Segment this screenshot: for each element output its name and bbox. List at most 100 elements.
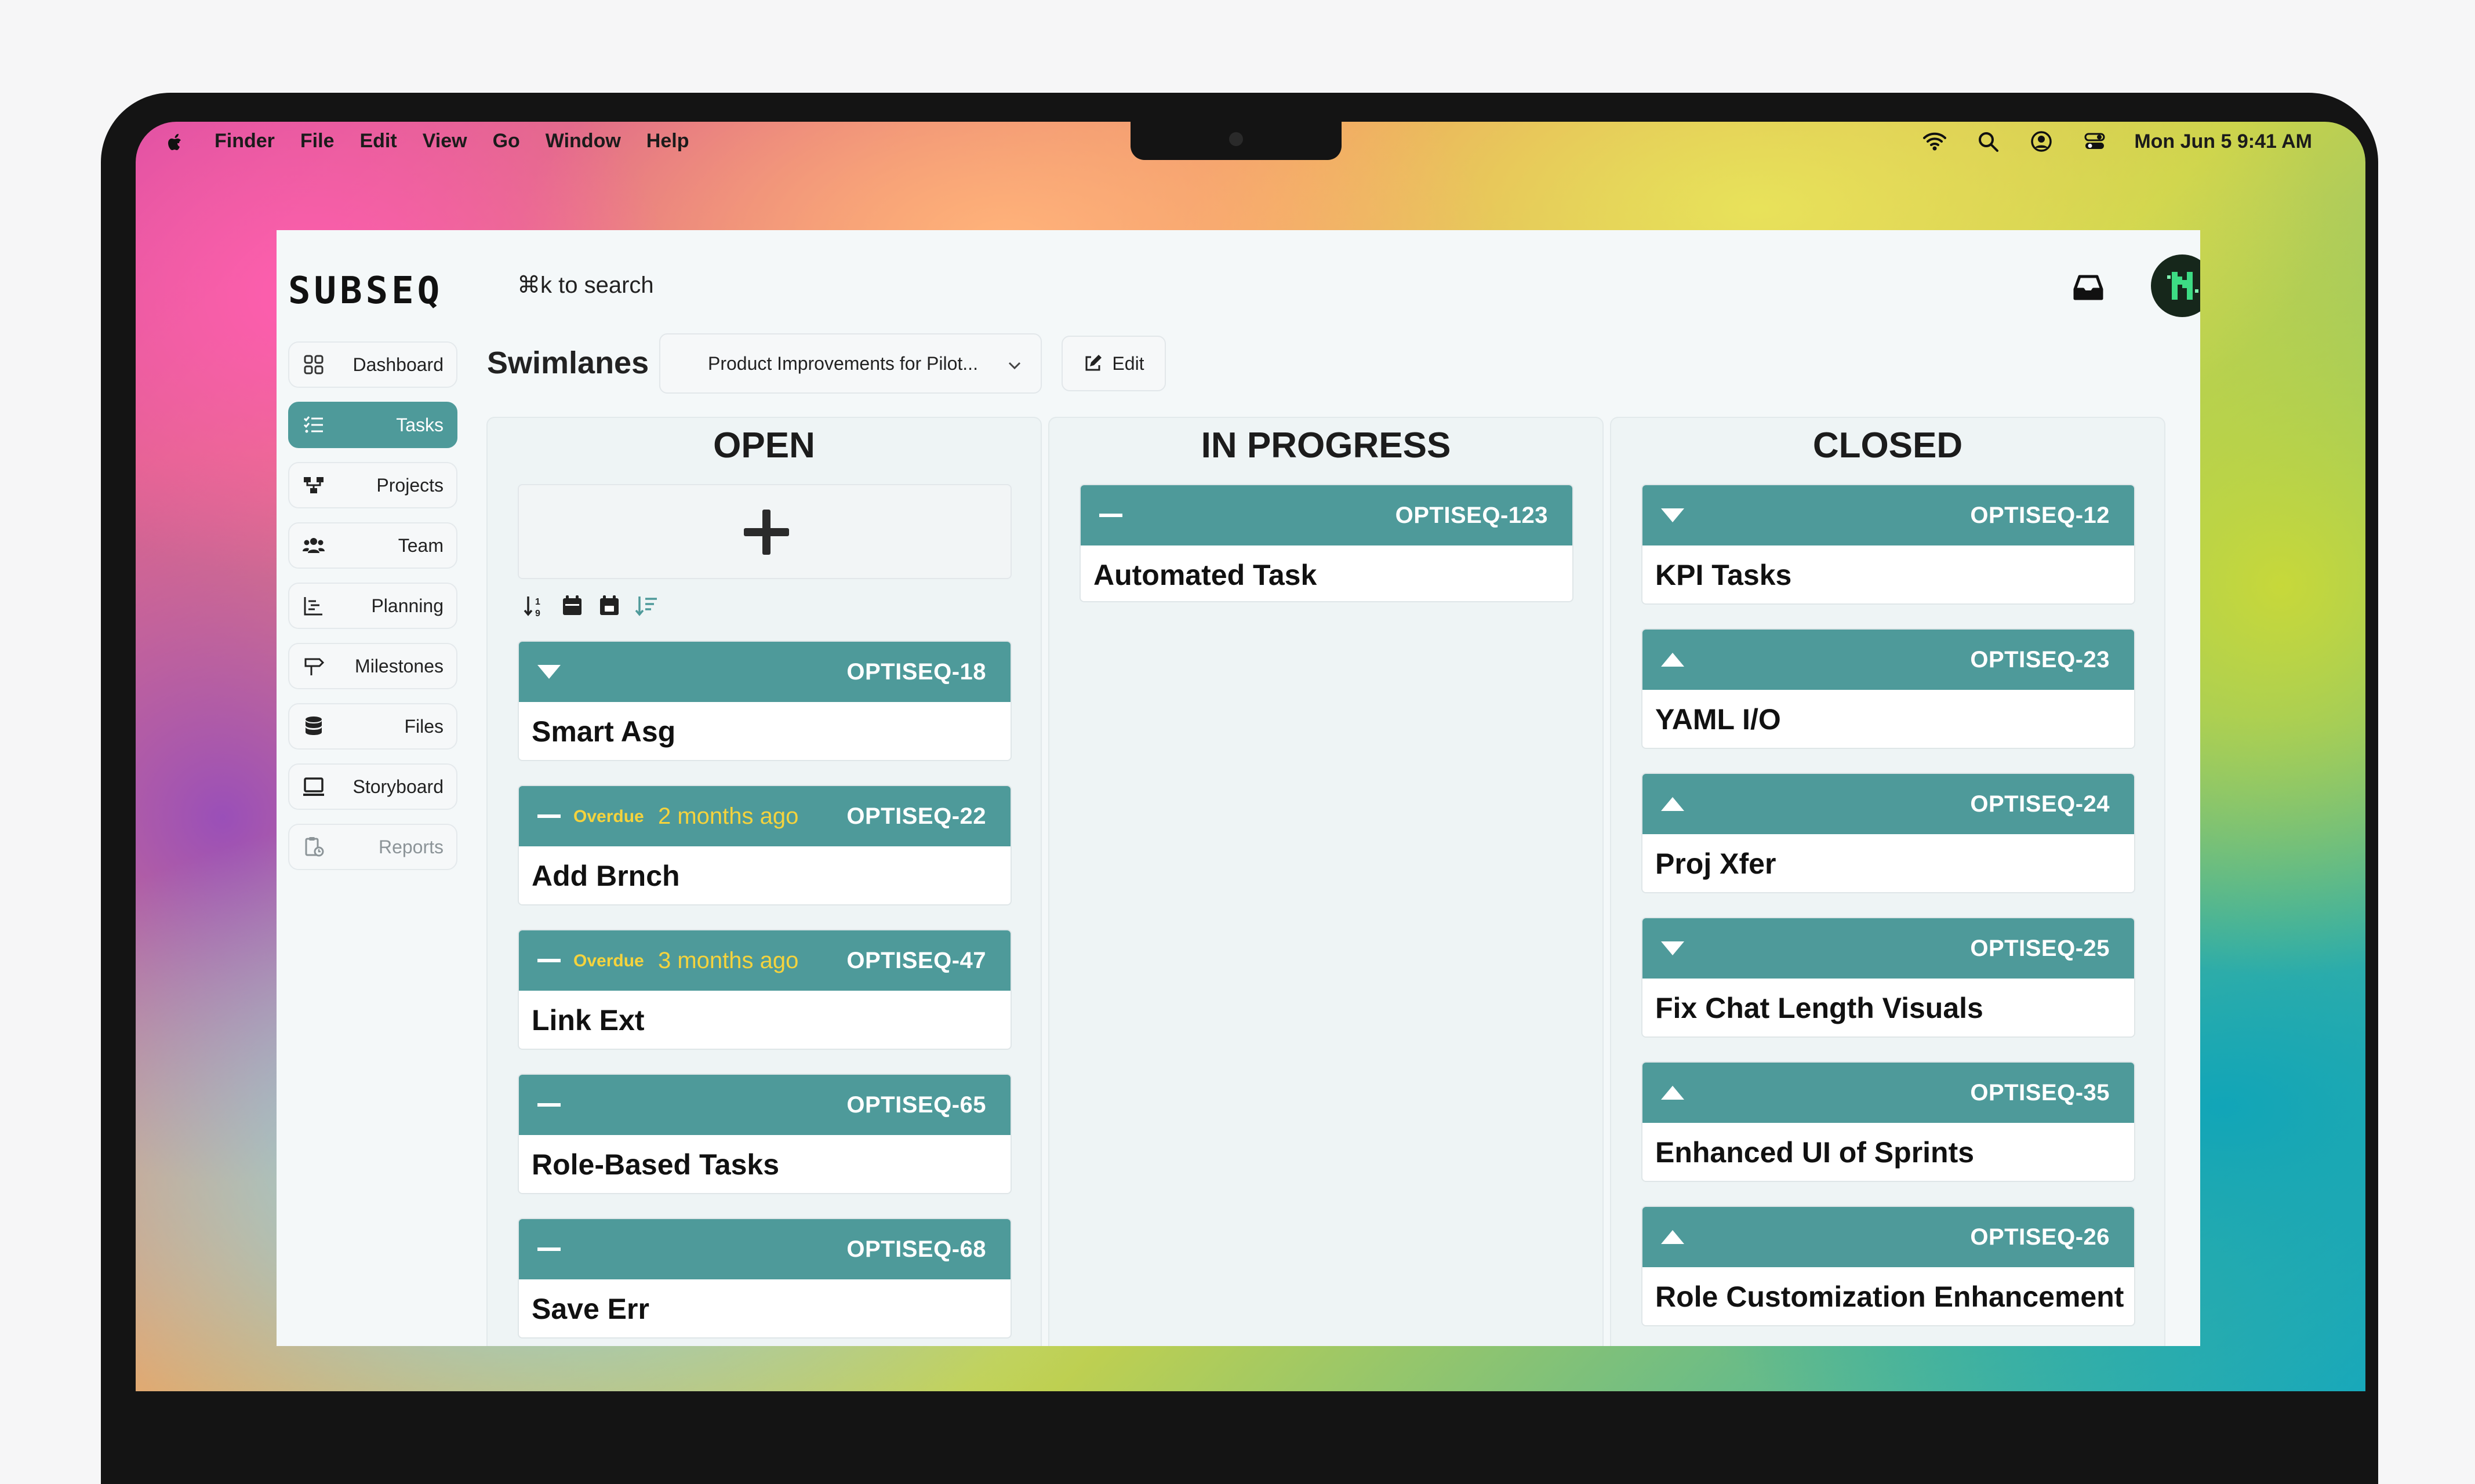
- sort-lines-icon[interactable]: [634, 593, 659, 619]
- apple-menu-icon[interactable]: [163, 131, 187, 154]
- task-title[interactable]: KPI Tasks: [1655, 558, 1791, 592]
- menu-go[interactable]: Go: [493, 130, 520, 152]
- task-card-header: OPTISEQ-25: [1642, 918, 2134, 979]
- sidebar-item-label: Reports: [378, 836, 444, 857]
- task-title[interactable]: Save Err: [532, 1292, 649, 1326]
- menu-edit[interactable]: Edit: [359, 130, 397, 152]
- sidebar-item-dashboard[interactable]: Dashboard: [288, 341, 457, 388]
- milestones-icon: [304, 658, 325, 675]
- task-id[interactable]: OPTISEQ-47: [846, 948, 986, 974]
- control-center-icon[interactable]: [2082, 129, 2107, 154]
- sidebar-item-team[interactable]: Team: [288, 522, 457, 569]
- menubar-clock[interactable]: Mon Jun 5 9:41 AM: [2134, 130, 2312, 153]
- menu-view[interactable]: View: [423, 130, 467, 152]
- task-id[interactable]: OPTISEQ-23: [1970, 647, 2110, 673]
- sidebar-item-tasks[interactable]: Tasks: [288, 402, 457, 448]
- reports-icon: [305, 837, 324, 857]
- sort-numeric-icon[interactable]: 1 9: [522, 593, 548, 619]
- overdue-badge: Overdue: [573, 807, 644, 826]
- task-title[interactable]: Fix Chat Length Visuals: [1655, 991, 1983, 1025]
- task-id[interactable]: OPTISEQ-35: [1970, 1080, 2110, 1106]
- files-icon: [306, 716, 322, 735]
- priority-low-icon: [1661, 941, 1684, 955]
- sidebar: Dashboard Tasks Projects Team Planning M…: [288, 341, 457, 884]
- edit-icon: [1085, 355, 1102, 371]
- edit-label: Edit: [1112, 352, 1144, 374]
- task-card[interactable]: OPTISEQ-123 Automated Task: [1080, 484, 1573, 602]
- svg-text:9: 9: [535, 609, 540, 619]
- sidebar-item-projects[interactable]: Projects: [288, 462, 457, 508]
- priority-low-icon: [1661, 508, 1684, 522]
- task-card[interactable]: OPTISEQ-18 Smart Asg: [518, 641, 1012, 761]
- spotlight-icon[interactable]: [1975, 129, 2001, 154]
- sidebar-item-milestones[interactable]: Milestones: [288, 643, 457, 689]
- wifi-icon[interactable]: [1922, 129, 1947, 154]
- task-id[interactable]: OPTISEQ-26: [1970, 1224, 2110, 1250]
- project-select[interactable]: Product Improvements for Pilot...: [659, 333, 1042, 394]
- task-id[interactable]: OPTISEQ-24: [1970, 791, 2110, 817]
- task-title[interactable]: Smart Asg: [532, 715, 675, 748]
- task-card-header: OPTISEQ-68: [519, 1219, 1011, 1279]
- task-card[interactable]: OPTISEQ-26 Role Customization Enhancemen…: [1641, 1206, 2135, 1326]
- menu-finder[interactable]: Finder: [215, 130, 275, 152]
- task-title[interactable]: Role Customization Enhancement: [1655, 1280, 2124, 1314]
- sidebar-item-label: Planning: [371, 595, 444, 616]
- calendar-check-icon[interactable]: [597, 593, 622, 619]
- task-id[interactable]: OPTISEQ-22: [846, 803, 986, 830]
- task-id[interactable]: OPTISEQ-25: [1970, 936, 2110, 962]
- task-id[interactable]: OPTISEQ-18: [846, 659, 986, 685]
- task-title[interactable]: Link Ext: [532, 1003, 644, 1037]
- task-card[interactable]: OPTISEQ-35 Enhanced UI of Sprints: [1641, 1061, 2135, 1182]
- task-title[interactable]: YAML I/O: [1655, 703, 1781, 736]
- sidebar-item-label: Projects: [376, 474, 444, 496]
- page-title: Swimlanes: [487, 345, 649, 380]
- task-card-header: OPTISEQ-65: [519, 1075, 1011, 1135]
- task-id[interactable]: OPTISEQ-123: [1395, 503, 1548, 529]
- priority-high-icon: [1661, 797, 1684, 811]
- dashboard-icon: [304, 355, 324, 374]
- priority-medium-icon: [537, 1247, 561, 1251]
- lane-closed: CLOSED OPTISEQ-12 KPI Tasks OPTISEQ-23 Y…: [1610, 417, 2165, 1346]
- task-card[interactable]: Overdue 2 months ago OPTISEQ-22 Add Brnc…: [518, 785, 1012, 905]
- task-card[interactable]: OPTISEQ-23 YAML I/O: [1641, 628, 2135, 749]
- menu-help[interactable]: Help: [646, 130, 689, 152]
- calendar-icon[interactable]: [559, 593, 585, 619]
- menu-window[interactable]: Window: [546, 130, 621, 152]
- sidebar-item-reports[interactable]: Reports: [288, 824, 457, 870]
- lane-in-progress: IN PROGRESS OPTISEQ-123 Automated Task: [1048, 417, 1604, 1346]
- menubar: Finder File Edit View Go Window Help Mon…: [136, 122, 2365, 160]
- sidebar-item-files[interactable]: Files: [288, 703, 457, 750]
- inbox-icon[interactable]: [2069, 268, 2107, 307]
- task-card[interactable]: OPTISEQ-65 Role-Based Tasks: [518, 1074, 1012, 1194]
- task-title[interactable]: Add Brnch: [532, 859, 680, 893]
- task-card[interactable]: OPTISEQ-25 Fix Chat Length Visuals: [1641, 917, 2135, 1038]
- task-title[interactable]: Role-Based Tasks: [532, 1148, 779, 1181]
- lane-open: OPEN 1 9 OPTISEQ-18 Smart Asg Overdue 2 …: [486, 417, 1042, 1346]
- task-card-header: OPTISEQ-24: [1642, 774, 2134, 834]
- task-id[interactable]: OPTISEQ-12: [1970, 503, 2110, 529]
- task-card[interactable]: OPTISEQ-68 Save Err: [518, 1218, 1012, 1338]
- task-card-header: OPTISEQ-35: [1642, 1063, 2134, 1123]
- app-logo[interactable]: SUBSEQ: [288, 270, 443, 312]
- menu-file[interactable]: File: [300, 130, 335, 152]
- task-title[interactable]: Automated Task: [1093, 558, 1317, 592]
- user-icon[interactable]: [2029, 129, 2054, 154]
- task-id[interactable]: OPTISEQ-68: [846, 1236, 986, 1263]
- sort-toolbar: 1 9: [522, 593, 659, 619]
- sidebar-item-label: Files: [404, 715, 444, 737]
- sidebar-item-storyboard[interactable]: Storyboard: [288, 763, 457, 810]
- priority-medium-icon: [537, 959, 561, 962]
- task-card[interactable]: OPTISEQ-12 KPI Tasks: [1641, 484, 2135, 605]
- add-task-button[interactable]: [518, 484, 1012, 579]
- lane-title: OPEN: [713, 425, 815, 465]
- user-avatar[interactable]: [2151, 254, 2200, 317]
- edit-button[interactable]: Edit: [1062, 336, 1166, 391]
- sidebar-item-planning[interactable]: Planning: [288, 583, 457, 629]
- task-id[interactable]: OPTISEQ-65: [846, 1092, 986, 1118]
- overdue-age: 3 months ago: [658, 948, 799, 973]
- task-title[interactable]: Proj Xfer: [1655, 847, 1776, 881]
- task-title[interactable]: Enhanced UI of Sprints: [1655, 1136, 1974, 1169]
- task-card[interactable]: Overdue 3 months ago OPTISEQ-47 Link Ext: [518, 929, 1012, 1050]
- task-card[interactable]: OPTISEQ-24 Proj Xfer: [1641, 773, 2135, 893]
- search-hint[interactable]: ⌘k to search: [517, 272, 654, 299]
